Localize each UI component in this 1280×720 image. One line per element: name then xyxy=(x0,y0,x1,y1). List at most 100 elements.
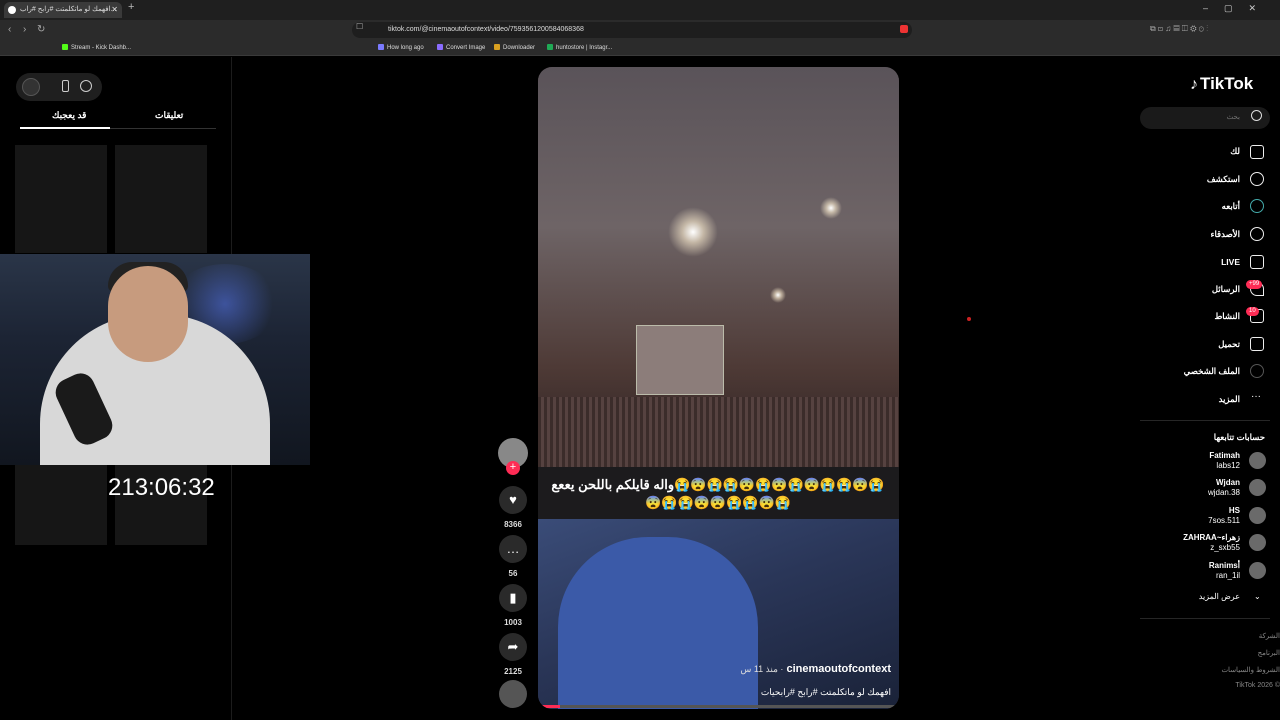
browser-tab-title: افهمك لو ماتكلمتت #رابح #راب... xyxy=(20,6,117,13)
tiktok-favicon-icon xyxy=(8,6,16,14)
video-thumbnail[interactable] xyxy=(115,145,207,253)
chevron-down-icon[interactable]: ⌄ xyxy=(1254,592,1261,601)
live-icon[interactable] xyxy=(1250,255,1264,269)
home-icon[interactable] xyxy=(1250,145,1264,159)
stream-timer: 213:06:32 xyxy=(108,474,215,501)
nav-explore[interactable]: استكشف xyxy=(1207,174,1240,185)
bookmarks-bar: Stream - Kick Dashb... How long ago Conv… xyxy=(0,40,1280,56)
foreground-figure xyxy=(558,537,758,709)
bookmark-instagram[interactable]: huntostore | Instagr... xyxy=(547,44,612,51)
concert-scene xyxy=(538,67,899,467)
forward-icon[interactable]: › xyxy=(23,24,26,35)
author-line[interactable]: cinemaoutofcontext · منذ 11 س xyxy=(740,663,891,675)
video-player[interactable]: واله قايلكم باللحن يععع😭😨😭😭😨😭😨😭😨😭😭😨😭😨😭😭😨… xyxy=(538,67,899,709)
reload-icon[interactable]: ↻ xyxy=(37,24,45,35)
following-item[interactable]: ZAHRAA~زهراء z_sxb55 xyxy=(1183,533,1240,553)
nav-activity[interactable]: النشاط xyxy=(1214,311,1240,322)
nav-live[interactable]: LIVE xyxy=(1221,257,1240,267)
avatar[interactable] xyxy=(1249,507,1266,524)
divider xyxy=(1140,618,1270,619)
active-tab-indicator xyxy=(20,127,110,129)
video-caption: واله قايلكم باللحن يععع😭😨😭😭😨😭😨😭😨😭😭😨😭😨😭😭😨… xyxy=(551,477,885,510)
activity-badge: 10 xyxy=(1246,307,1259,316)
save-button[interactable]: ▮ xyxy=(499,584,527,612)
avatar[interactable] xyxy=(1249,479,1266,496)
like-count: 8366 xyxy=(504,520,522,529)
tab-comments[interactable]: تعليقات xyxy=(155,110,183,121)
cursor-dot xyxy=(967,317,971,321)
audience xyxy=(538,397,899,467)
stage-light xyxy=(770,287,786,303)
tiktok-logo[interactable]: ♪ TikTok xyxy=(1190,74,1253,94)
nav-friends[interactable]: الأصدقاء xyxy=(1210,229,1240,240)
upload-icon[interactable] xyxy=(1250,337,1264,351)
progress-bar[interactable] xyxy=(538,705,899,708)
extension-icon[interactable] xyxy=(900,25,908,33)
search-icon[interactable] xyxy=(1251,110,1262,121)
bookmark-downloader[interactable]: Downloader xyxy=(494,44,535,51)
save-count: 1003 xyxy=(504,618,522,627)
follow-button[interactable]: + xyxy=(506,461,520,475)
search-placeholder: بحث xyxy=(1226,114,1240,121)
tiktok-note-icon: ♪ xyxy=(1190,76,1198,93)
bookmark-kick[interactable]: Stream - Kick Dashb... xyxy=(62,44,131,51)
bookmark-convert[interactable]: Convert Image xyxy=(437,44,485,51)
footer-copyright: © 2026 TikTok xyxy=(1235,682,1280,689)
search-input[interactable]: بحث xyxy=(1140,107,1270,129)
author-name[interactable]: cinemaoutofcontext xyxy=(786,663,891,675)
bookmark-howlong[interactable]: How long ago xyxy=(378,44,424,51)
comment-button[interactable]: … xyxy=(499,535,527,563)
compass-icon[interactable] xyxy=(80,80,92,92)
download-icon xyxy=(494,44,500,50)
nav-foryou[interactable]: لك xyxy=(1230,146,1240,157)
browser-tab-bar: افهمك لو ماتكلمتت #رابح #راب... ✕ + –▢✕ xyxy=(0,0,1280,20)
nav-profile[interactable]: الملف الشخصي xyxy=(1184,366,1240,377)
comment-icon: … xyxy=(506,541,520,556)
close-tab-icon[interactable]: ✕ xyxy=(111,2,118,18)
sound-avatar[interactable] xyxy=(499,680,527,708)
back-icon[interactable]: ‹ xyxy=(8,24,11,35)
clock-icon xyxy=(378,44,384,50)
like-button[interactable]: ♥ xyxy=(499,486,527,514)
avatar[interactable] xyxy=(22,78,40,96)
stage-screen xyxy=(636,325,724,395)
following-item[interactable]: HS 7sos.511 xyxy=(1208,506,1240,526)
convert-icon xyxy=(437,44,443,50)
share-button[interactable]: ➦ xyxy=(499,633,527,661)
browser-tab[interactable]: افهمك لو ماتكلمتت #رابح #راب... ✕ xyxy=(4,2,122,18)
extensions-icon[interactable]: ⧉ ⊡ ♫ ▤ ◫ ⚙ ⊙ ⋮ xyxy=(1150,24,1208,34)
avatar[interactable] xyxy=(1249,562,1266,579)
more-icon[interactable]: ··· xyxy=(1251,391,1261,402)
comment-count: 56 xyxy=(508,569,518,578)
following-item[interactable]: Ranimsأ ran_1il xyxy=(1209,561,1240,581)
bookmark-star-icon[interactable]: ☐ xyxy=(356,22,363,31)
compass-icon[interactable] xyxy=(1250,172,1264,186)
nav-more[interactable]: المزيد xyxy=(1219,394,1240,405)
progress-fill xyxy=(538,705,560,708)
nav-following[interactable]: أتابعه xyxy=(1222,201,1240,212)
show-more-button[interactable]: عرض المزيد xyxy=(1199,592,1240,601)
following-item[interactable]: Wjdan wjdan.38 xyxy=(1208,478,1240,498)
nav-messages[interactable]: الرسائل xyxy=(1212,284,1240,295)
new-tab-button[interactable]: + xyxy=(128,1,134,13)
device-toggle[interactable] xyxy=(16,73,102,101)
video-thumbnail[interactable] xyxy=(15,145,107,253)
following-item[interactable]: Fatimah labs12 xyxy=(1209,451,1240,471)
profile-icon[interactable] xyxy=(1250,364,1264,378)
url-text: tiktok.com/@cinemaoutofcontext/video/759… xyxy=(388,26,584,33)
avatar[interactable] xyxy=(1249,452,1266,469)
tab-liked[interactable]: قد يعجبك xyxy=(52,110,86,121)
footer-company[interactable]: الشركة xyxy=(1259,632,1280,640)
phone-icon[interactable] xyxy=(62,80,69,92)
window-controls[interactable]: –▢✕ xyxy=(1203,3,1272,14)
avatar[interactable] xyxy=(1249,534,1266,551)
following-avatar-icon[interactable] xyxy=(1250,199,1264,213)
stage-light xyxy=(820,197,842,219)
friends-icon[interactable] xyxy=(1250,227,1264,241)
url-field[interactable]: tiktok.com/@cinemaoutofcontext/video/759… xyxy=(352,22,912,38)
footer-program[interactable]: البرنامج xyxy=(1258,649,1280,657)
share-icon: ➦ xyxy=(507,639,519,654)
nav-upload[interactable]: تحميل xyxy=(1218,339,1240,350)
footer-terms[interactable]: الشروط والسياسات xyxy=(1221,666,1280,674)
time-ago: · منذ 11 س xyxy=(740,664,784,674)
